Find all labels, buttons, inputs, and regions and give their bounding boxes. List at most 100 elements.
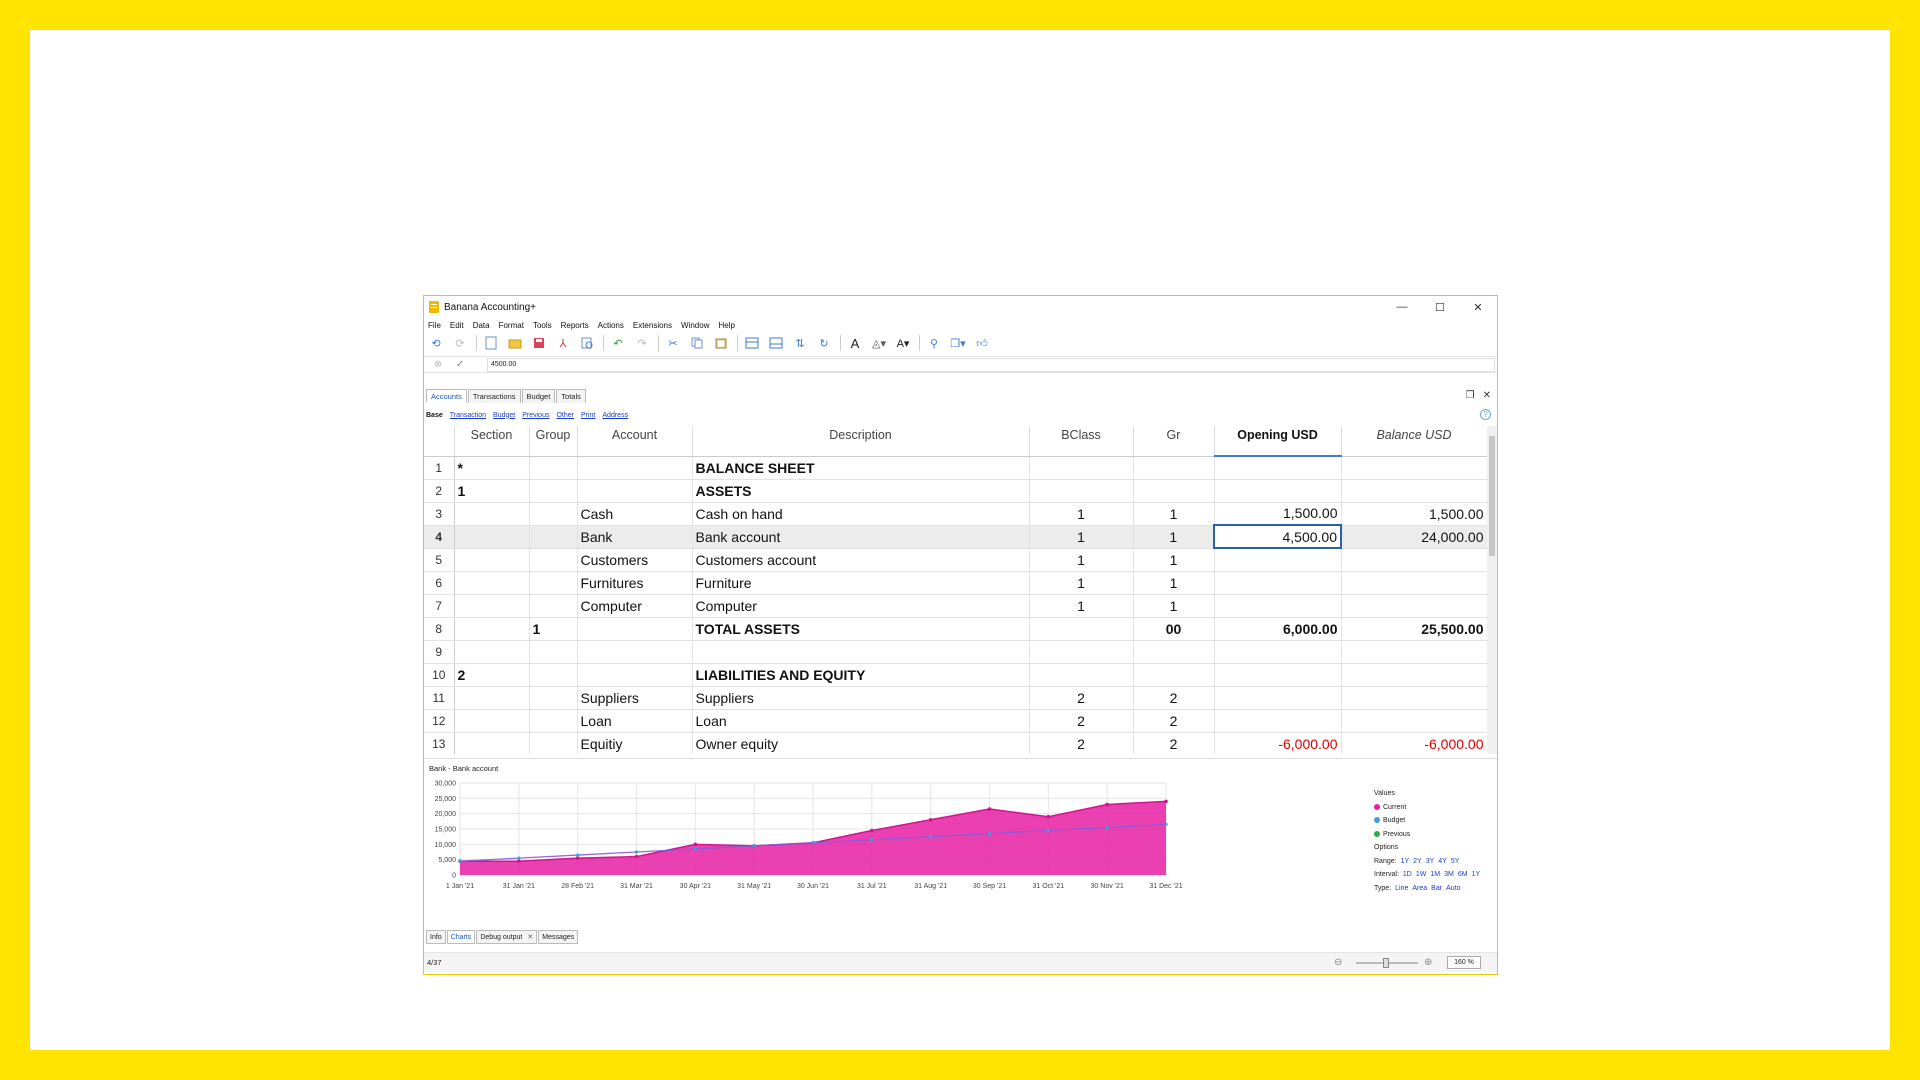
cell-balance[interactable]	[1341, 479, 1487, 503]
view-base[interactable]: Base	[426, 412, 443, 419]
cell-account[interactable]	[577, 640, 693, 664]
cell-section[interactable]	[454, 571, 530, 595]
cell-opening[interactable]	[1214, 663, 1342, 687]
row-number[interactable]: 12	[424, 709, 455, 733]
cell-gr[interactable]	[1133, 663, 1215, 687]
view-other[interactable]: Other	[556, 412, 574, 419]
windows-icon[interactable]: ❐▾	[950, 335, 966, 351]
cell-description[interactable]: Computer	[692, 594, 1030, 618]
cell-description[interactable]: Customers account	[692, 548, 1030, 572]
row-number[interactable]: 11	[424, 686, 455, 710]
interval-option[interactable]: 6M	[1458, 871, 1468, 878]
copy-icon[interactable]	[689, 335, 705, 351]
text-color-icon[interactable]: A▾	[895, 335, 911, 351]
cell-section[interactable]	[454, 594, 530, 618]
menu-tools[interactable]: Tools	[533, 321, 552, 330]
undo-icon[interactable]: ↶	[610, 335, 626, 351]
row-number[interactable]: 3	[424, 502, 455, 526]
zoom-slider[interactable]	[1356, 958, 1418, 968]
menu-format[interactable]: Format	[499, 321, 524, 330]
save-icon[interactable]	[531, 335, 547, 351]
cell-edit-input[interactable]: 4500.00	[487, 358, 1495, 372]
menu-edit[interactable]: Edit	[450, 321, 464, 330]
insert-rows-icon[interactable]	[768, 335, 784, 351]
type-option[interactable]: Auto	[1446, 885, 1460, 892]
tab-charts[interactable]: Charts	[446, 930, 476, 944]
new-file-icon[interactable]	[483, 335, 499, 351]
table-row[interactable]: 9	[424, 640, 1487, 664]
cell-account[interactable]	[577, 663, 693, 687]
cell-group[interactable]	[529, 709, 578, 733]
row-number[interactable]: 8	[424, 617, 455, 641]
column-header-section[interactable]: Section	[454, 426, 530, 457]
cell-group[interactable]	[529, 525, 578, 549]
legend-previous[interactable]: Previous	[1374, 828, 1480, 842]
cell-group[interactable]	[529, 571, 578, 595]
cell-description[interactable]: Suppliers	[692, 686, 1030, 710]
cell-gr[interactable]: 1	[1133, 571, 1215, 595]
zoom-slider-thumb[interactable]	[1383, 958, 1389, 968]
tab-budget[interactable]: Budget	[521, 389, 556, 403]
cell-gr[interactable]: 1	[1133, 502, 1215, 526]
cell-opening[interactable]: 1,500.00	[1214, 502, 1342, 526]
table-row[interactable]: 2 1 ASSETS	[424, 479, 1487, 503]
fill-color-icon[interactable]: ◬▾	[871, 335, 887, 351]
cell-bclass[interactable]: 2	[1029, 709, 1134, 733]
tab-totals[interactable]: Totals	[556, 389, 586, 403]
cell-group[interactable]	[529, 594, 578, 618]
cell-gr[interactable]: 1	[1133, 594, 1215, 618]
legend-current[interactable]: Current	[1374, 801, 1480, 815]
tab-info[interactable]: Info	[426, 930, 446, 944]
cell-description[interactable]: Furniture	[692, 571, 1030, 595]
cell-bclass[interactable]	[1029, 663, 1134, 687]
help-icon[interactable]: ?	[1480, 409, 1491, 420]
cell-account[interactable]: Computer	[577, 594, 693, 618]
cell-balance[interactable]	[1341, 640, 1487, 664]
cell-section[interactable]	[454, 709, 530, 733]
cell-gr[interactable]: 2	[1133, 732, 1215, 754]
row-number[interactable]: 4	[424, 525, 455, 549]
cell-section[interactable]	[454, 640, 530, 664]
type-option[interactable]: Line	[1395, 885, 1408, 892]
close-table-icon[interactable]: ✕	[1483, 390, 1491, 401]
cell-balance[interactable]	[1341, 709, 1487, 733]
row-number[interactable]: 9	[424, 640, 455, 664]
cell-bclass[interactable]: 1	[1029, 571, 1134, 595]
range-option[interactable]: 3Y	[1426, 858, 1435, 865]
menu-actions[interactable]: Actions	[598, 321, 624, 330]
undock-icon[interactable]: ❐	[1466, 390, 1475, 401]
confirm-edit-icon[interactable]: ✓	[452, 358, 468, 372]
cell-description[interactable]: Cash on hand	[692, 502, 1030, 526]
cell-opening[interactable]	[1214, 571, 1342, 595]
cell-gr[interactable]: 2	[1133, 709, 1215, 733]
zoom-level[interactable]: 160 %	[1447, 956, 1481, 969]
cell-gr[interactable]: 1	[1133, 548, 1215, 572]
back-icon[interactable]: ⟲	[428, 335, 444, 351]
column-header-account[interactable]: Account	[577, 426, 693, 457]
table-row[interactable]: 8 1 TOTAL ASSETS 00 6,000.00 25,500.00	[424, 617, 1487, 641]
cell-description[interactable]	[692, 640, 1030, 664]
cell-group[interactable]	[529, 732, 578, 754]
cell-gr[interactable]: 1	[1133, 525, 1215, 549]
cell-opening[interactable]: -6,000.00	[1214, 732, 1342, 754]
view-print[interactable]: Print	[581, 412, 595, 419]
cell-opening[interactable]	[1214, 686, 1342, 710]
cell-group[interactable]	[529, 456, 578, 480]
cell-description[interactable]: BALANCE SHEET	[692, 456, 1030, 480]
cell-group[interactable]	[529, 686, 578, 710]
cell-bclass[interactable]	[1029, 479, 1134, 503]
row-number[interactable]: 7	[424, 594, 455, 618]
row-number[interactable]: 1	[424, 456, 455, 480]
cell-gr[interactable]: 00	[1133, 617, 1215, 641]
column-header-bclass[interactable]: BClass	[1029, 426, 1134, 457]
cell-bclass[interactable]: 2	[1029, 686, 1134, 710]
table-row[interactable]: 7 Computer Computer 1 1	[424, 594, 1487, 618]
tab-transactions[interactable]: Transactions	[467, 389, 521, 403]
cell-opening[interactable]	[1214, 709, 1342, 733]
interval-option[interactable]: 3M	[1444, 871, 1454, 878]
cell-group[interactable]	[529, 663, 578, 687]
cell-section[interactable]	[454, 732, 530, 754]
open-folder-icon[interactable]	[507, 335, 523, 351]
view-budget[interactable]: Budget	[493, 412, 515, 419]
menu-file[interactable]: File	[428, 321, 441, 330]
